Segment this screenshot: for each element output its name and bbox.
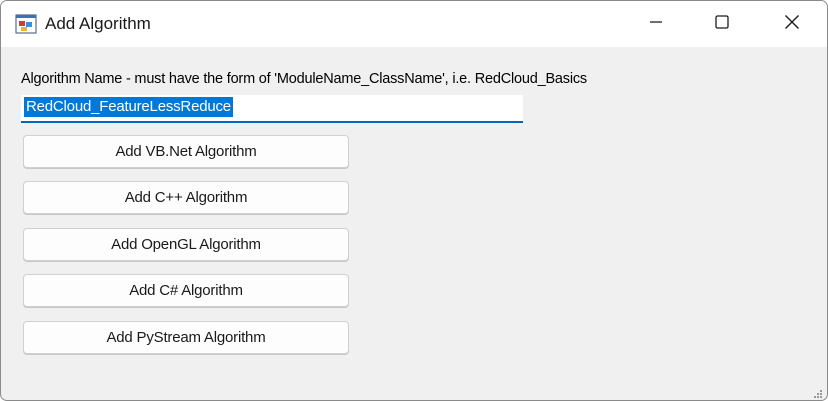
minimize-button[interactable] [621, 1, 691, 47]
window-title: Add Algorithm [45, 14, 151, 33]
close-icon [784, 14, 800, 35]
maximize-button[interactable] [687, 1, 757, 47]
add-algorithm-dialog: Add Algorithm Algorithm Name - must have… [0, 0, 828, 401]
close-button[interactable] [757, 1, 827, 47]
app-window-icon [15, 13, 37, 35]
algorithm-name-label: Algorithm Name - must have the form of '… [21, 71, 587, 87]
algorithm-name-selected-text[interactable]: RedCloud_FeatureLessReduce [24, 97, 233, 117]
algorithm-name-field[interactable]: RedCloud_FeatureLessReduce [21, 95, 523, 123]
add-vbnet-algorithm-button[interactable]: Add VB.Net Algorithm [23, 135, 349, 168]
title-bar[interactable]: Add Algorithm [1, 1, 827, 47]
add-csharp-algorithm-button[interactable]: Add C# Algorithm [23, 274, 349, 307]
minimize-icon [649, 15, 663, 34]
resize-grip-icon[interactable] [813, 386, 823, 398]
add-pystream-algorithm-button[interactable]: Add PyStream Algorithm [23, 321, 349, 354]
add-cpp-algorithm-button[interactable]: Add C++ Algorithm [23, 181, 349, 214]
add-opengl-algorithm-button[interactable]: Add OpenGL Algorithm [23, 228, 349, 261]
maximize-icon [715, 14, 729, 34]
